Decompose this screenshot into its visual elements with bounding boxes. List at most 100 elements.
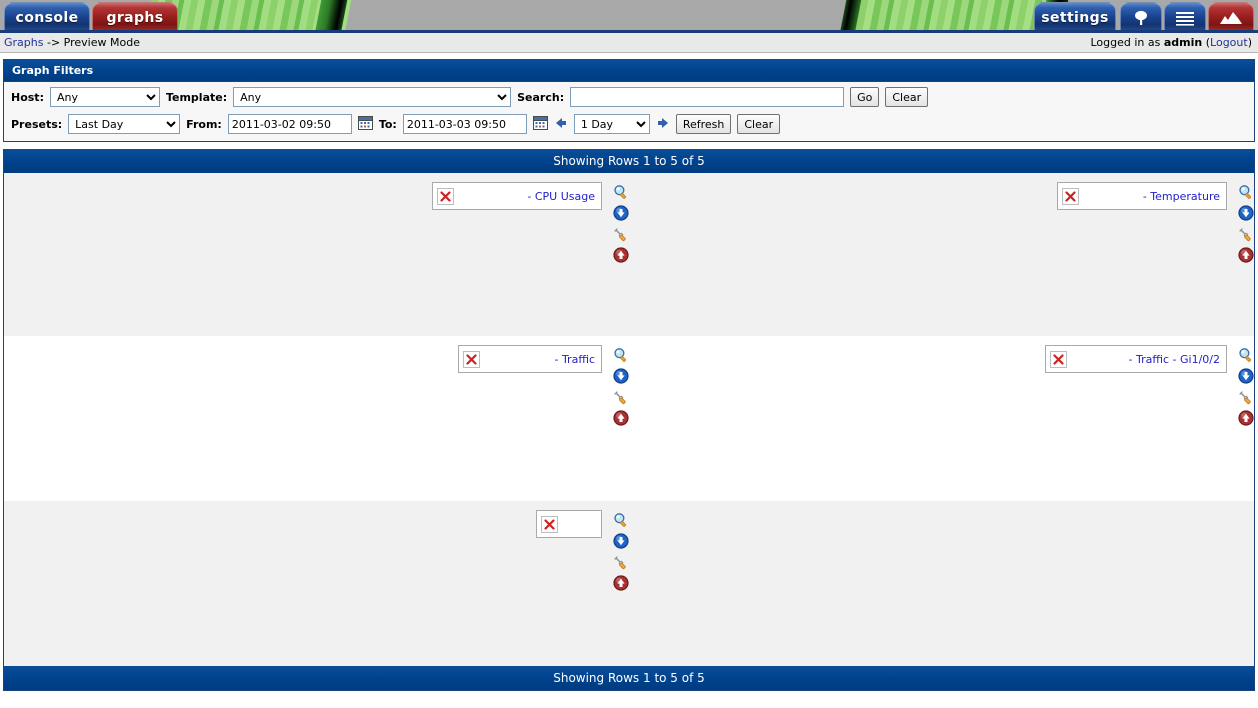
tab-list-view[interactable] — [1164, 2, 1206, 30]
host-select[interactable]: Any — [49, 87, 160, 107]
from-date-input[interactable] — [227, 114, 352, 134]
to-label: To: — [378, 117, 397, 131]
graph-icon — [1219, 11, 1243, 25]
graph-cell — [4, 501, 629, 666]
graph-properties-icon[interactable] — [1238, 226, 1254, 242]
clear-dates-button[interactable]: Clear — [737, 114, 781, 134]
graph-cell: - Traffic - Gi1/0/2 — [629, 336, 1254, 501]
graph-action-icons — [1238, 345, 1254, 426]
graph-cell: - CPU Usage — [4, 173, 629, 336]
shift-left-icon[interactable] — [554, 116, 568, 133]
to-date-input[interactable] — [402, 114, 527, 134]
zoom-icon[interactable] — [1238, 184, 1254, 200]
clear-search-button[interactable]: Clear — [885, 87, 929, 107]
graph-action-icons — [613, 182, 629, 263]
login-prefix: Logged in as — [1090, 36, 1161, 49]
from-label: From: — [186, 117, 222, 131]
breadcrumb-separator: -> — [46, 36, 61, 49]
graph-filters-title: Graph Filters — [4, 60, 1254, 82]
tab-tree-view[interactable] — [1120, 2, 1162, 30]
search-input[interactable] — [570, 87, 845, 107]
page-top-icon[interactable] — [1238, 410, 1254, 426]
csv-export-icon[interactable] — [613, 533, 629, 549]
top-banner: console graphs settings — [0, 0, 1258, 33]
graph-row: - CPU Usage - Temperature — [4, 173, 1254, 336]
graph-image[interactable] — [536, 510, 602, 538]
graph-properties-icon[interactable] — [613, 226, 629, 242]
graph-image[interactable]: - Traffic — [458, 345, 602, 373]
csv-export-icon[interactable] — [1238, 205, 1254, 221]
breadcrumb-link-graphs[interactable]: Graphs — [4, 36, 43, 49]
csv-export-icon[interactable] — [1238, 368, 1254, 384]
tab-console-label: console — [15, 10, 79, 26]
zoom-icon[interactable] — [613, 184, 629, 200]
broken-image-icon — [463, 350, 480, 368]
search-label: Search: — [517, 90, 565, 104]
breadcrumb-bar: Graphs -> Preview Mode Logged in as admi… — [0, 33, 1258, 53]
filter-row-primary: Host: Any Template: Any Search: Go Clear — [4, 82, 1254, 112]
graph-cell: - Temperature — [629, 173, 1254, 336]
tree-icon — [1132, 9, 1150, 27]
login-status: Logged in as admin (Logout) — [1090, 36, 1252, 49]
logout-link[interactable]: Logout — [1210, 36, 1248, 49]
showing-rows-top: Showing Rows 1 to 5 of 5 — [4, 149, 1254, 173]
csv-export-icon[interactable] — [613, 205, 629, 221]
refresh-button[interactable]: Refresh — [675, 114, 732, 134]
graph-properties-icon[interactable] — [613, 389, 629, 405]
go-button[interactable]: Go — [850, 87, 880, 107]
csv-export-icon[interactable] — [613, 368, 629, 384]
page-top-icon[interactable] — [613, 247, 629, 263]
logout-paren-close: ) — [1247, 36, 1252, 49]
graph-action-icons — [1238, 182, 1254, 263]
graph-image[interactable]: - CPU Usage — [432, 182, 602, 210]
login-username: admin — [1163, 36, 1203, 49]
presets-label: Presets: — [11, 117, 63, 131]
calendar-icon-to[interactable] — [532, 115, 548, 133]
page-top-icon[interactable] — [1238, 247, 1254, 263]
graph-image[interactable]: - Traffic - Gi1/0/2 — [1045, 345, 1227, 373]
graph-action-icons — [613, 510, 629, 591]
presets-select[interactable]: Last Day — [68, 114, 181, 134]
template-label: Template: — [165, 90, 228, 104]
banner-stripe-right — [853, 0, 1058, 30]
breadcrumb: Graphs -> Preview Mode — [4, 36, 140, 49]
tab-graphs-label: graphs — [106, 10, 164, 26]
page-top-icon[interactable] — [613, 410, 629, 426]
graph-filters-panel: Graph Filters Host: Any Template: Any Se… — [3, 59, 1255, 142]
graph-properties-icon[interactable] — [1238, 389, 1254, 405]
breadcrumb-current: Preview Mode — [63, 36, 140, 49]
graph-caption: - Temperature — [1142, 189, 1220, 203]
graph-cell-empty — [629, 501, 1254, 666]
graph-row: - Traffic - Traffic - Gi1/0/2 — [4, 336, 1254, 501]
tab-preview-view[interactable] — [1208, 2, 1254, 30]
graph-caption: - Traffic - Gi1/0/2 — [1128, 352, 1220, 366]
zoom-icon[interactable] — [613, 347, 629, 363]
tab-settings-label: settings — [1041, 10, 1109, 26]
zoom-icon[interactable] — [1238, 347, 1254, 363]
filter-row-dates: Presets: Last Day From: To: — [4, 112, 1254, 141]
zoom-icon[interactable] — [613, 512, 629, 528]
graph-results: Showing Rows 1 to 5 of 5 - CPU Usage - T… — [3, 149, 1255, 666]
template-select[interactable]: Any — [233, 87, 512, 107]
graph-image[interactable]: - Temperature — [1057, 182, 1227, 210]
tab-settings[interactable]: settings — [1034, 2, 1116, 30]
page-top-icon[interactable] — [613, 575, 629, 591]
graph-action-icons — [613, 345, 629, 426]
graph-caption: - Traffic — [554, 352, 595, 366]
tab-graphs[interactable]: graphs — [92, 2, 178, 30]
graph-properties-icon[interactable] — [613, 554, 629, 570]
tab-console[interactable]: console — [4, 2, 90, 30]
list-icon — [1175, 10, 1195, 26]
host-label: Host: — [11, 90, 44, 104]
graph-cell: - Traffic — [4, 336, 629, 501]
graph-caption: - CPU Usage — [527, 189, 595, 203]
showing-rows-bottom: Showing Rows 1 to 5 of 5 — [3, 666, 1255, 691]
shift-right-icon[interactable] — [656, 116, 670, 133]
broken-image-icon — [541, 515, 558, 533]
calendar-icon-from[interactable] — [357, 115, 373, 133]
broken-image-icon — [437, 187, 454, 205]
graph-row — [4, 501, 1254, 666]
broken-image-icon — [1062, 187, 1079, 205]
broken-image-icon — [1050, 350, 1067, 368]
timespan-select[interactable]: 1 Day — [573, 114, 650, 134]
